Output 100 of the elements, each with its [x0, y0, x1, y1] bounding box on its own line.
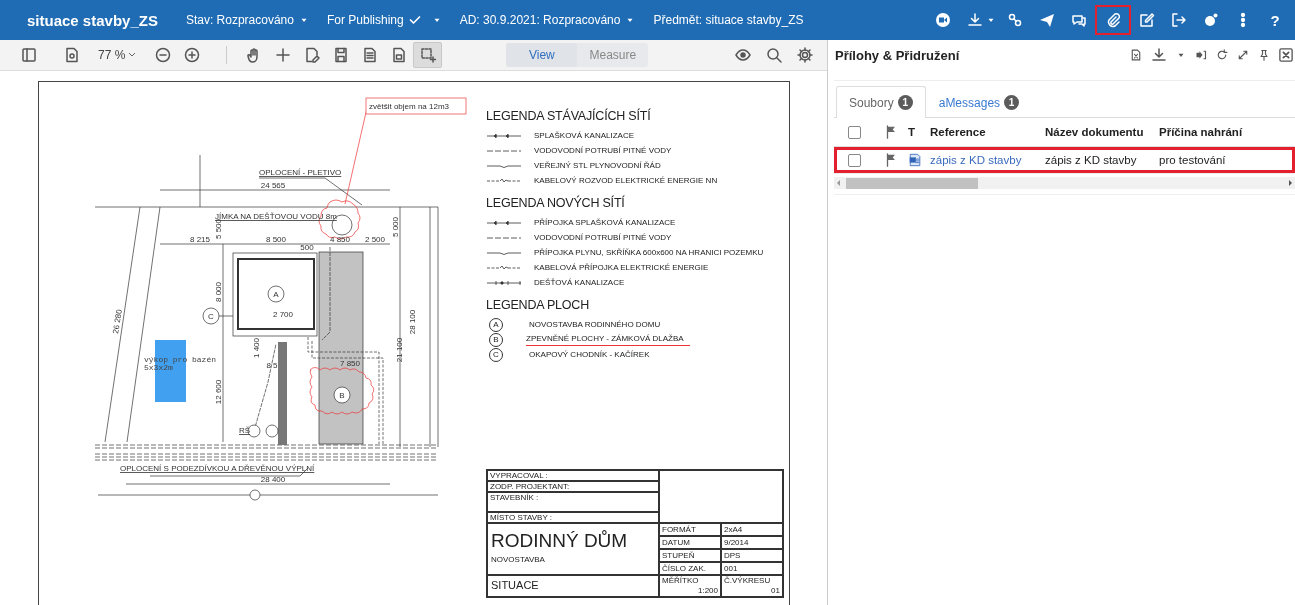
- column-header[interactable]: Reference: [930, 118, 1045, 147]
- document-pen-icon[interactable]: [303, 47, 320, 63]
- column-header[interactable]: T: [908, 118, 930, 147]
- dimension-label: 8 5: [266, 361, 278, 370]
- check-icon: [408, 14, 421, 26]
- plus-icon[interactable]: [274, 47, 291, 63]
- info-label: MĚŘÍTKO: [662, 576, 700, 586]
- download-icon[interactable]: [967, 12, 983, 28]
- page-icon[interactable]: [63, 47, 80, 63]
- info-value: 1:200: [696, 586, 718, 596]
- info-label: DATUM: [659, 536, 721, 549]
- dimension-label: 4 850: [330, 235, 350, 244]
- dimension-label: 21 100: [395, 337, 404, 363]
- legend-label: SPLAŠKOVÁ KANALIZACE: [534, 131, 635, 140]
- area-marker: B: [333, 386, 351, 404]
- export-icon[interactable]: [1195, 49, 1207, 61]
- exit-icon[interactable]: [1171, 12, 1187, 28]
- mode-tab[interactable]: View: [506, 43, 578, 67]
- column-header[interactable]: Příčina nahrání: [1159, 118, 1295, 147]
- send-icon[interactable]: [1039, 12, 1055, 28]
- dimension-label: 12 600: [214, 379, 223, 405]
- mode-tab[interactable]: Measure: [577, 43, 649, 67]
- zoom-out-icon[interactable]: [154, 47, 171, 63]
- dimension-label: 1 400: [252, 338, 261, 358]
- expand-icon[interactable]: [1237, 49, 1249, 61]
- caret-icon: [128, 51, 137, 59]
- word-document-icon: [908, 153, 922, 167]
- legend-line-symbol: [486, 131, 522, 140]
- spreadsheet-icon[interactable]: [1130, 49, 1142, 61]
- status-dropdown[interactable]: Předmět: situace stavby_ZS: [653, 13, 804, 27]
- plan-label: OPLOCENÍ S PODEZDÍVKOU A DŘEVĚNOU VÝPLNÍ: [120, 464, 315, 473]
- document-title: situace stavby_ZS: [27, 11, 158, 29]
- count-badge: 1: [897, 95, 913, 110]
- help-button[interactable]: ?: [1259, 5, 1291, 35]
- download-icon[interactable]: [1151, 47, 1167, 63]
- info-value: 9/2014: [721, 536, 783, 549]
- annotation-text: zvětšit objem na 12m3: [369, 102, 450, 111]
- panel-tab[interactable]: Soubory 1: [836, 86, 926, 118]
- markup-cloud: [309, 367, 375, 415]
- table-cell: pro testování: [1159, 147, 1295, 174]
- legend-label: ZPEVNĚNÉ PLOCHY - ZÁMKOVÁ DLAŽBA: [526, 333, 690, 346]
- close-icon[interactable]: [1279, 48, 1293, 62]
- horizontal-scrollbar[interactable]: [834, 177, 1295, 189]
- share-icon[interactable]: [1203, 12, 1219, 28]
- legend-line-symbol: [486, 278, 522, 287]
- zoom-dropdown[interactable]: 77 %: [94, 48, 141, 62]
- project-subtitle: NOVOSTAVBA: [491, 555, 546, 564]
- plan-label: OPLOCENÍ - PLETIVO: [259, 168, 342, 177]
- select-all-checkbox[interactable]: [848, 125, 861, 139]
- legend-label: KABELOVÁ PŘÍPOJKA ELEKTRICKÉ ENERGIE: [534, 263, 709, 272]
- row-checkbox[interactable]: [848, 153, 861, 167]
- title-block-field: ZODP. PROJEKTANT:: [487, 481, 659, 492]
- panel-tab[interactable]: aMessages 1: [925, 86, 1033, 118]
- video-icon[interactable]: [935, 12, 951, 28]
- count-badge: 1: [1004, 95, 1020, 110]
- refresh-icon[interactable]: [1216, 49, 1228, 61]
- settings-icon[interactable]: [796, 47, 813, 63]
- document-lines-icon[interactable]: [361, 47, 378, 63]
- info-label: Č.VÝKRESU: [724, 576, 772, 586]
- dimension-label: 8 500: [266, 235, 286, 244]
- paperclip-icon[interactable]: [1105, 12, 1121, 28]
- column-header[interactable]: Název dokumentu: [1045, 118, 1159, 147]
- dimension-label: 28 100: [408, 309, 417, 335]
- legend-label: OKAPOVÝ CHODNÍK - KAČÍREK: [529, 350, 650, 359]
- legend-label: VEŘEJNÝ STL PLYNOVODNÍ ŘÁD: [534, 161, 661, 170]
- project-title: RODINNÝ DŮM: [491, 530, 629, 552]
- legend-heading: LEGENDA STÁVAJÍCÍCH SÍTÍ: [486, 109, 652, 123]
- search-icon[interactable]: [765, 47, 782, 63]
- info-value: 2xA4: [721, 523, 783, 536]
- legend-label: KABELOVÝ ROZVOD ELEKTRICKÉ ENERGIE NN: [534, 176, 718, 185]
- eye-icon[interactable]: [734, 47, 751, 63]
- link-icon[interactable]: [1007, 12, 1023, 28]
- marquee-select-icon[interactable]: [419, 47, 436, 63]
- reference-link[interactable]: zápis z KD stavby: [930, 154, 1022, 166]
- legend-label: PŘÍPOJKA SPLAŠKOVÁ KANALIZACE: [534, 218, 676, 227]
- sidebar-toggle-icon[interactable]: [20, 47, 37, 63]
- dimension-label: 24 565: [260, 181, 286, 190]
- dimension-label: 2 700: [273, 310, 293, 319]
- area-marker: A: [267, 285, 285, 303]
- zoom-in-icon[interactable]: [183, 47, 200, 63]
- status-dropdown[interactable]: For Publishing: [326, 13, 442, 27]
- info-value: DPS: [721, 549, 783, 562]
- toolbar-button[interactable]: [1095, 5, 1131, 35]
- pin-icon[interactable]: [1258, 49, 1270, 61]
- legend-line-symbol: [486, 263, 522, 272]
- status-dropdown[interactable]: AD: 30.9.2021: Rozpracováno: [459, 13, 636, 27]
- legend-label: VODOVODNÍ POTRUBÍ PITNÉ VODY: [534, 233, 672, 242]
- dimension-label: 28 400: [260, 475, 286, 484]
- legend-label: VODOVODNÍ POTRUBÍ PITNÉ VODY: [534, 146, 672, 155]
- comment-icon[interactable]: [1071, 12, 1087, 28]
- document-image-icon[interactable]: [390, 47, 407, 63]
- dimension-label: 5 000: [391, 217, 400, 237]
- title-block-field: STAVEBNÍK :: [487, 492, 659, 512]
- legend-line-symbol: [486, 218, 522, 227]
- legend-line-symbol: [486, 176, 522, 185]
- status-dropdown[interactable]: Stav: Rozpracováno: [185, 13, 309, 27]
- edit-icon[interactable]: [1139, 12, 1155, 28]
- plan-label: RŠ: [239, 426, 251, 435]
- dimension-label: 500: [300, 243, 314, 252]
- plan-label: JÍMKA NA DEŠŤOVOU VODU 8m: [215, 212, 337, 221]
